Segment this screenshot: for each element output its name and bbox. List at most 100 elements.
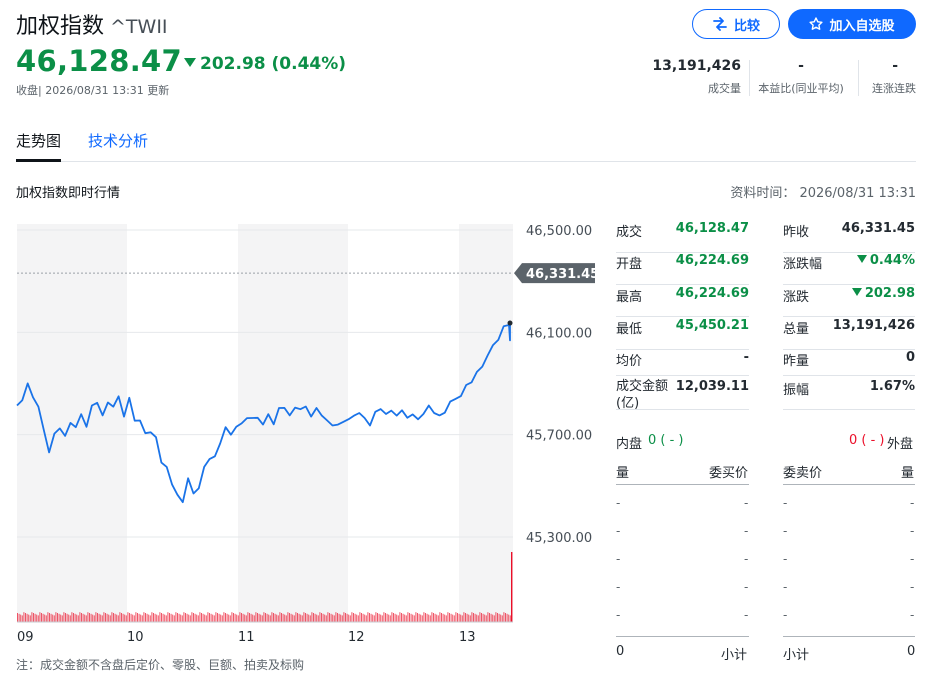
volume-bar: [154, 613, 156, 622]
volume-bar: [167, 612, 169, 622]
volume-bar: [284, 614, 286, 622]
volume-bar: [159, 612, 161, 622]
volume-bar: [487, 612, 489, 622]
volume-bar: [137, 613, 138, 622]
volume-bar: [474, 613, 476, 622]
volume-bar: [447, 612, 449, 622]
volume-bar: [257, 613, 258, 622]
volume-bar: [31, 612, 33, 622]
volume-bar: [305, 613, 306, 622]
volume-bar: [205, 615, 207, 622]
volume-bar: [84, 614, 86, 622]
quote-value: 0: [820, 350, 915, 365]
volume-bar: [381, 615, 383, 622]
volume-bar: [28, 614, 30, 622]
quote-value: 12,039.11: [675, 379, 749, 394]
quote-value: 46,224.69: [675, 253, 749, 268]
volume-bar: [364, 614, 366, 622]
volume-bar: [231, 612, 233, 622]
volume-bar: [426, 613, 428, 622]
volume-bar: [295, 612, 297, 622]
volume-bar: [169, 613, 170, 622]
volume-bar: [93, 615, 95, 622]
bid-volume: -: [616, 608, 621, 622]
ask-volume: -: [910, 524, 915, 538]
volume-bar: [90, 613, 92, 622]
volume-bar: [346, 613, 348, 622]
volume-bar: [468, 614, 470, 622]
volume-bar: [197, 615, 199, 622]
volume-bar: [407, 612, 409, 622]
last-price-dot: [507, 320, 513, 326]
volume-bar: [361, 613, 362, 622]
volume-bar: [313, 613, 314, 622]
volume-bar: [81, 613, 82, 622]
volume-bar: [457, 613, 458, 622]
hour-band: [238, 224, 348, 622]
volume-bar: [53, 615, 55, 622]
volume-bar: [301, 615, 303, 622]
volume-bar: [117, 615, 119, 622]
volume-bar: [234, 613, 236, 622]
volume-bar: [298, 613, 300, 622]
outer-value: 0 ( - ): [849, 433, 885, 448]
volume-bar: [210, 613, 212, 622]
quote-label: 昨收: [783, 225, 810, 240]
volume-bar: [401, 613, 402, 622]
volume-bar: [175, 612, 177, 622]
ask-price: -: [783, 496, 788, 510]
quote-value: 45,450.21: [675, 318, 749, 333]
volume-bar: [36, 614, 38, 622]
volume-bar: [277, 615, 279, 622]
volume-bar: [404, 614, 406, 622]
y-tick-label: 45,700.00: [526, 429, 592, 444]
volume-bar: [260, 614, 262, 622]
bid-subtotal-label: 小计: [721, 648, 748, 663]
volume-bar: [77, 615, 79, 622]
inner-label: 内盘: [616, 437, 643, 452]
volume-bar: [372, 614, 374, 622]
row-divider: [783, 409, 915, 410]
volume-bar: [100, 614, 102, 622]
inner-value: 0 ( - ): [648, 433, 684, 448]
volume-bar: [98, 613, 100, 622]
volume-bar: [65, 613, 66, 622]
volume-bar: [273, 613, 274, 622]
volume-bar: [303, 612, 305, 622]
volume-bar: [306, 613, 308, 622]
volume-bar: [428, 614, 430, 622]
volume-bar: [391, 612, 393, 622]
volume-bar: [79, 612, 81, 622]
volume-bar: [122, 613, 124, 622]
volume-bar: [165, 615, 167, 622]
quote-value-text: 0: [905, 350, 915, 365]
volume-bar: [465, 613, 466, 622]
volume-bar: [129, 613, 130, 622]
volume-bar: [177, 613, 178, 622]
volume-bar: [335, 612, 337, 622]
volume-bar: [201, 613, 202, 622]
volume-bar: [365, 615, 367, 622]
volume-bar: [397, 615, 399, 622]
volume-bar: [453, 615, 455, 622]
quote-value: 46,331.45: [820, 221, 915, 236]
volume-bar: [194, 613, 196, 622]
ask-volume: -: [910, 608, 915, 622]
volume-bar: [300, 614, 302, 622]
volume-bar: [463, 612, 465, 622]
x-tick-label: 11: [238, 630, 255, 645]
volume-bar: [405, 615, 407, 622]
volume-bar: [389, 615, 391, 622]
volume-bar: [111, 612, 113, 622]
volume-bar: [351, 612, 353, 622]
volume-bar: [383, 612, 385, 622]
volume-bar: [489, 613, 490, 622]
volume-bar: [321, 613, 322, 622]
bid-volume: -: [616, 580, 621, 594]
volume-bar: [439, 612, 441, 622]
volume-bar: [431, 612, 433, 622]
intraday-chart[interactable]: 46,500.00 46,100.00 45,700.00 45,300.00 46,3…: [0, 0, 935, 686]
quote-value: 13,191,426: [820, 318, 915, 333]
volume-bar: [353, 613, 354, 622]
volume-bar: [319, 612, 321, 622]
